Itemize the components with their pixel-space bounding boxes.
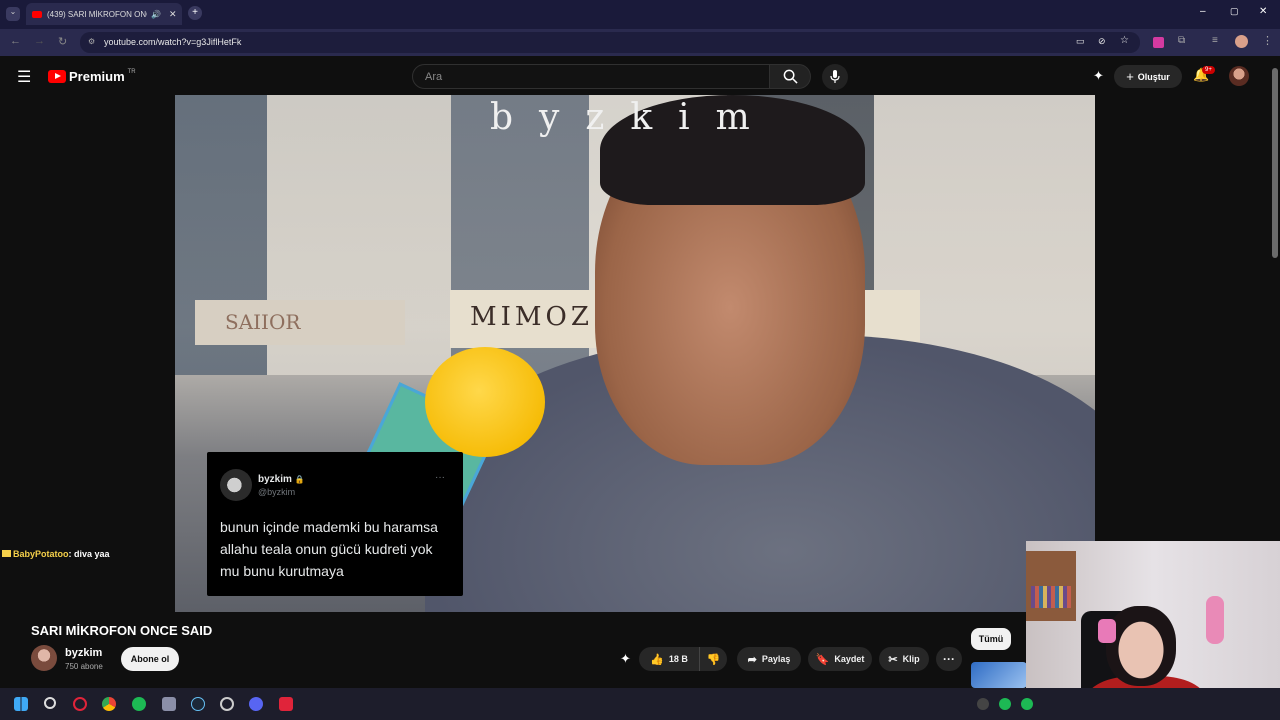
close-window-button[interactable]: ✕ bbox=[1259, 6, 1267, 17]
taskbar-search-icon[interactable] bbox=[44, 697, 56, 709]
windows-start-icon[interactable] bbox=[14, 697, 28, 711]
tweet-handle: @byzkim bbox=[258, 487, 296, 497]
url-field[interactable]: ⚙ youtube.com/watch?v=g3JiflHetFk ▭ ⊘ ☆ bbox=[80, 32, 1140, 53]
video-microphone-head bbox=[425, 347, 545, 457]
maximize-button[interactable]: ▢ bbox=[1230, 6, 1239, 17]
channel-avatar[interactable] bbox=[31, 645, 57, 671]
eye-off-icon[interactable]: ⊘ bbox=[1098, 36, 1106, 47]
microphone-icon bbox=[830, 70, 840, 83]
video-watermark: byzkim bbox=[490, 97, 776, 138]
dislike-button[interactable]: 👎 bbox=[699, 647, 727, 671]
chrome-icon[interactable] bbox=[102, 697, 116, 711]
search-input[interactable]: Ara bbox=[412, 64, 770, 89]
steam-icon[interactable] bbox=[191, 697, 205, 711]
youtube-premium-logo[interactable]: Premium TR bbox=[48, 69, 136, 84]
lock-icon: 🔒 bbox=[294, 475, 305, 484]
tab-search-icon[interactable]: ⌄ bbox=[6, 7, 20, 21]
browser-address-bar: ← → ↻ ⚙ youtube.com/watch?v=g3JiflHetFk … bbox=[0, 29, 1280, 56]
webcam-books bbox=[1031, 586, 1071, 608]
more-actions-button[interactable]: ··· bbox=[936, 647, 962, 671]
browser-profile-avatar[interactable] bbox=[1235, 35, 1248, 48]
webcam-person bbox=[1106, 606, 1176, 686]
plus-icon: + bbox=[1126, 69, 1134, 84]
youtube-header: ☰ Premium TR Ara ✦ + Oluştur 🔔 9+ bbox=[0, 56, 1270, 96]
app-icon[interactable] bbox=[220, 697, 234, 711]
share-arrow-icon: ➦ bbox=[747, 653, 757, 666]
clip-label: Klip bbox=[902, 654, 920, 664]
tab-title: (439) SARI MİKROFON ONC bbox=[47, 9, 147, 19]
recommended-thumbnail[interactable] bbox=[971, 662, 1027, 688]
url-text: youtube.com/watch?v=g3JiflHetFk bbox=[104, 37, 242, 47]
file-manager-icon[interactable] bbox=[162, 697, 176, 711]
subscriber-count: 750 abone bbox=[65, 662, 103, 671]
site-info-icon[interactable]: ⚙ bbox=[88, 37, 95, 46]
video-title: SARI MİKROFON ONCE SAID bbox=[31, 623, 213, 638]
chat-badge-icon bbox=[2, 550, 11, 557]
extension-icon[interactable] bbox=[1153, 37, 1164, 48]
tweet-name: byzkim 🔒 bbox=[258, 474, 305, 485]
youtube-play-icon bbox=[48, 70, 66, 83]
region-badge: TR bbox=[127, 68, 136, 75]
extensions-puzzle-icon[interactable]: ⧉ bbox=[1178, 35, 1185, 46]
user-avatar[interactable] bbox=[1229, 66, 1249, 86]
scissors-icon: ✂ bbox=[888, 653, 898, 666]
share-button[interactable]: ➦ Paylaş bbox=[737, 647, 801, 671]
bookmark-star-icon[interactable]: ☆ bbox=[1120, 35, 1129, 46]
tweet-more-icon: ··· bbox=[435, 472, 445, 483]
voice-search-button[interactable] bbox=[822, 64, 848, 90]
tray-app-icon[interactable] bbox=[1021, 698, 1033, 710]
chat-username: BabyPotatoo bbox=[13, 549, 69, 559]
tweet-avatar bbox=[220, 469, 252, 501]
filter-chip-all[interactable]: Tümü bbox=[971, 628, 1011, 650]
spotify-icon[interactable] bbox=[132, 697, 146, 711]
like-button[interactable]: 👍 18 B bbox=[639, 647, 699, 671]
chat-text: : diva yaa bbox=[68, 549, 110, 559]
back-icon[interactable]: ← bbox=[10, 35, 21, 47]
discord-icon[interactable] bbox=[249, 697, 263, 711]
webcam-headphones bbox=[1098, 619, 1116, 643]
browser-tab-bar: ⌄ (439) SARI MİKROFON ONC 🔊 ✕ + – ▢ ✕ bbox=[0, 0, 1280, 29]
share-label: Paylaş bbox=[761, 654, 791, 664]
ask-ai-icon[interactable]: ✦ bbox=[620, 651, 631, 667]
channel-name[interactable]: byzkim bbox=[65, 647, 102, 659]
search-button[interactable] bbox=[769, 64, 811, 89]
save-button[interactable]: 🔖 Kaydet bbox=[808, 647, 872, 671]
subscribe-button[interactable]: Abone ol bbox=[121, 647, 179, 671]
clip-button[interactable]: ✂ Klip bbox=[879, 647, 929, 671]
thumbs-down-icon: 👎 bbox=[706, 653, 721, 666]
tray-spotify-icon[interactable] bbox=[999, 698, 1011, 710]
thumbs-up-icon: 👍 bbox=[650, 653, 664, 666]
minimize-button[interactable]: – bbox=[1200, 6, 1206, 17]
create-button[interactable]: + Oluştur bbox=[1114, 65, 1182, 88]
reload-icon[interactable]: ↻ bbox=[58, 35, 67, 48]
logo-text: Premium bbox=[69, 69, 125, 84]
search-icon bbox=[783, 69, 798, 84]
hamburger-menu-icon[interactable]: ☰ bbox=[17, 67, 31, 87]
ai-sparkle-icon[interactable]: ✦ bbox=[1093, 68, 1104, 84]
video-sign-left: SAIIOR bbox=[195, 300, 405, 345]
tab-close-icon[interactable]: ✕ bbox=[169, 9, 177, 20]
webcam-microphone bbox=[1206, 596, 1224, 644]
like-count: 18 B bbox=[668, 654, 688, 664]
new-tab-button[interactable]: + bbox=[188, 6, 202, 20]
forward-icon[interactable]: → bbox=[34, 35, 45, 47]
tray-steam-icon[interactable] bbox=[977, 698, 989, 710]
create-label: Oluştur bbox=[1137, 71, 1170, 82]
youtube-favicon-icon bbox=[32, 10, 42, 18]
browser-tab[interactable]: (439) SARI MİKROFON ONC 🔊 ✕ bbox=[26, 3, 182, 25]
red-app-icon[interactable] bbox=[279, 697, 293, 711]
opera-icon[interactable] bbox=[73, 697, 87, 711]
tweet-text: bunun içinde mademki bu haramsa allahu t… bbox=[220, 519, 438, 579]
browser-menu-icon[interactable]: ⋮ bbox=[1262, 34, 1273, 47]
save-label: Kaydet bbox=[834, 654, 865, 664]
notifications-badge: 9+ bbox=[1202, 66, 1215, 74]
bookmark-icon: 🔖 bbox=[815, 653, 830, 666]
more-horizontal-icon: ··· bbox=[943, 652, 955, 666]
tweet-card: byzkim 🔒 @byzkim ··· bunun içinde mademk… bbox=[207, 452, 463, 596]
scrollbar-thumb[interactable] bbox=[1272, 68, 1278, 258]
reading-list-icon[interactable]: ≡ bbox=[1212, 35, 1218, 46]
stream-chat-message: BabyPotatoo: diva yaa bbox=[2, 549, 110, 559]
cast-icon[interactable]: ▭ bbox=[1076, 36, 1085, 47]
speaker-icon[interactable]: 🔊 bbox=[151, 10, 161, 19]
